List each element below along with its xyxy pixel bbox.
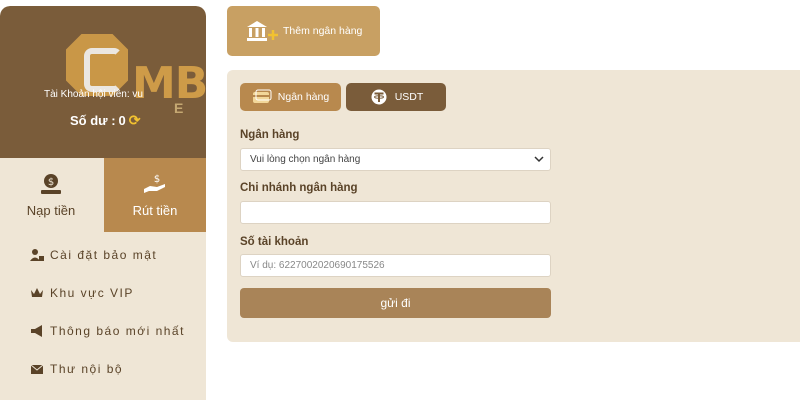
menu-item-label: Khu vực VIP — [50, 286, 134, 300]
crown-icon — [31, 288, 43, 297]
account-number-placeholder: Ví dụ: 6227002020690175526 — [250, 260, 385, 271]
menu-item-label: Cài đặt bảo mật — [50, 248, 158, 262]
tab-usdt-label: USDT — [394, 91, 424, 103]
branch-input[interactable] — [240, 201, 551, 224]
withdraw-label: Rút tiền — [132, 202, 178, 218]
bank-select[interactable]: Vui lòng chọn ngân hàng — [240, 148, 551, 171]
bank-plus-icon — [247, 21, 278, 41]
balance-value: 0 — [118, 113, 126, 128]
menu-item-vip[interactable]: Khu vực VIP — [0, 274, 206, 312]
menu-item-inbox[interactable]: Thư nội bộ — [0, 350, 206, 388]
balance-label: Số dư : — [70, 113, 116, 128]
withdraw-form-panel: Ngân hàng USDT Ngân hàng Vui lòng chọn n… — [227, 70, 800, 342]
account-number-input[interactable]: Ví dụ: 6227002020690175526 — [240, 254, 551, 277]
card-icon — [252, 89, 272, 103]
megaphone-icon — [31, 325, 42, 337]
deposit-label: Nạp tiền — [26, 202, 76, 218]
user-lock-icon — [30, 249, 44, 261]
hand-money-icon: $ — [144, 174, 165, 193]
account-number-label: Số tài khoản — [240, 236, 309, 248]
menu-item-label: Thông báo mới nhất — [50, 324, 185, 338]
wallet-actions: $ Nạp tiền $ Rút tiền — [0, 158, 206, 232]
deposit-button[interactable]: $ Nạp tiền — [0, 158, 102, 232]
account-label: Tài Khoản hội viên: vu — [44, 89, 143, 100]
sidebar-menu: Cài đặt bảo mật Khu vực VIP Thông báo mớ… — [0, 232, 206, 388]
withdraw-button[interactable]: $ Rút tiền — [104, 158, 206, 232]
balance: Số dư : 0 ⟳ — [70, 112, 141, 129]
sidebar: MB E Tài Khoản hội viên: vu Số dư : 0 ⟳ … — [0, 6, 206, 400]
brand-logo-sub: E — [174, 100, 184, 116]
svg-text:$: $ — [48, 177, 54, 188]
bank-select-value: Vui lòng chọn ngân hàng — [250, 154, 361, 165]
brand-logo-icon — [66, 34, 128, 96]
add-bank-label: Thêm ngân hàng — [283, 25, 363, 37]
menu-item-news[interactable]: Thông báo mới nhất — [0, 312, 206, 350]
envelope-icon — [30, 364, 44, 374]
refresh-icon[interactable]: ⟳ — [129, 112, 141, 129]
submit-button[interactable]: gửi đi — [240, 288, 551, 318]
tab-bank-label: Ngân hàng — [277, 91, 330, 103]
tether-icon — [371, 89, 387, 105]
tab-bank[interactable]: Ngân hàng — [240, 83, 341, 111]
profile-card: MB E Tài Khoản hội viên: vu Số dư : 0 ⟳ — [0, 6, 206, 158]
chevron-down-icon — [534, 156, 544, 163]
bank-label: Ngân hàng — [240, 129, 300, 141]
branch-label: Chi nhánh ngân hàng — [240, 182, 358, 194]
tab-usdt[interactable]: USDT — [346, 83, 446, 111]
brand-logo-text: MB — [132, 58, 206, 109]
add-bank-button[interactable]: Thêm ngân hàng — [227, 6, 380, 56]
svg-text:$: $ — [154, 174, 160, 185]
menu-item-security[interactable]: Cài đặt bảo mật — [0, 236, 206, 274]
menu-item-label: Thư nội bộ — [50, 362, 124, 376]
method-tabs: Ngân hàng USDT — [240, 83, 446, 111]
money-bag-icon: $ — [41, 173, 61, 194]
